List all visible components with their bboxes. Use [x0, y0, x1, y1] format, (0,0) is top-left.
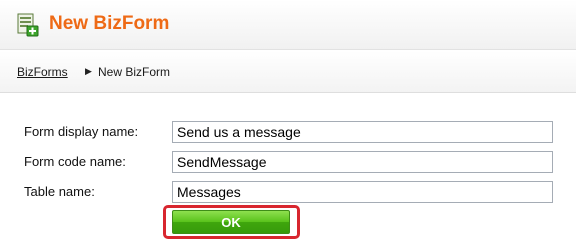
table-name-input[interactable]	[172, 181, 553, 203]
breadcrumb-current: New BizForm	[98, 65, 171, 79]
page-title: New BizForm	[49, 13, 170, 34]
code-name-input[interactable]	[172, 151, 553, 173]
page-header: New BizForm	[0, 0, 576, 50]
breadcrumb-link-bizforms[interactable]: BizForms	[17, 65, 68, 79]
ok-button[interactable]: OK	[172, 210, 290, 234]
code-name-label: Form code name:	[24, 154, 126, 169]
form-add-icon	[17, 13, 39, 37]
breadcrumb: BizForms ▶ New BizForm	[0, 51, 576, 93]
display-name-label: Form display name:	[24, 124, 139, 139]
triangle-right-icon: ▶	[85, 66, 92, 76]
table-name-label: Table name:	[24, 184, 95, 199]
display-name-input[interactable]	[172, 121, 553, 143]
